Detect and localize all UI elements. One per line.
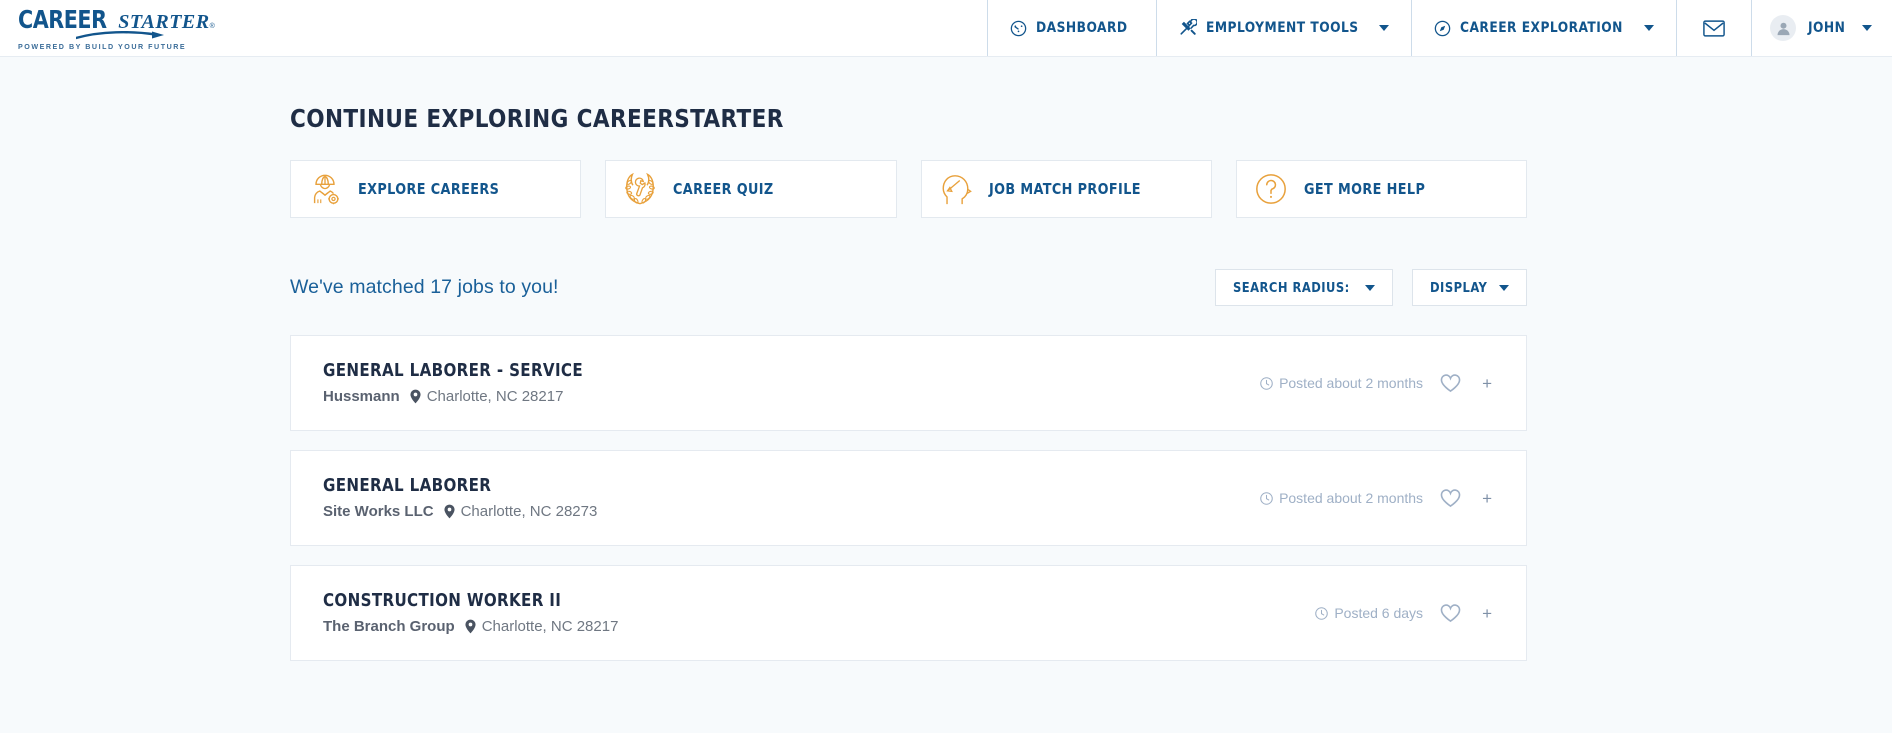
plus-icon[interactable]: + xyxy=(1478,603,1496,624)
action-card-get-more-help[interactable]: GET MORE HELP xyxy=(1235,160,1527,218)
search-radius-dropdown[interactable]: SEARCH RADIUS: xyxy=(1214,269,1393,306)
nav-item-career-exploration[interactable]: CAREER EXPLORATION xyxy=(1410,0,1676,56)
action-label-job-match-profile: JOB MATCH PROFILE xyxy=(988,180,1141,198)
gauge-icon xyxy=(1010,20,1027,37)
job-posted-text: Posted 6 days xyxy=(1334,605,1424,621)
plus-icon[interactable]: + xyxy=(1478,488,1496,509)
job-title: CONSTRUCTION WORKER II xyxy=(323,591,562,611)
main-nav: DASHBOARD EMPLOYMENT TOOLS CAREER EXPLOR… xyxy=(987,0,1892,56)
chevron-down-icon xyxy=(1364,284,1375,291)
head-profile-icon xyxy=(939,172,973,206)
action-label-explore-careers: EXPLORE CAREERS xyxy=(358,180,500,198)
logo-text-career: CAREER xyxy=(18,5,107,34)
nav-item-employment-tools[interactable]: EMPLOYMENT TOOLS xyxy=(1155,0,1411,56)
job-title: GENERAL LABORER - SERVICE xyxy=(323,361,584,381)
job-company: Hussmann xyxy=(323,388,400,405)
job-company: Site Works LLC xyxy=(323,503,434,520)
logo-tagline: POWERED BY BUILD YOUR FUTURE xyxy=(18,42,187,51)
nav-item-messages[interactable] xyxy=(1676,0,1751,56)
job-info: GENERAL LABORER - SERVICE Hussmann Charl… xyxy=(323,361,594,405)
tools-icon xyxy=(1179,19,1197,37)
compass-icon xyxy=(1434,20,1451,37)
job-info: CONSTRUCTION WORKER II The Branch Group … xyxy=(323,591,618,635)
job-card[interactable]: CONSTRUCTION WORKER II The Branch Group … xyxy=(290,565,1527,661)
results-bar: We've matched 17 jobs to you! SEARCH RAD… xyxy=(290,269,1527,306)
job-card[interactable]: GENERAL LABORER - SERVICE Hussmann Charl… xyxy=(290,335,1527,431)
job-posted-text: Posted about 2 months xyxy=(1279,375,1424,391)
nav-label-employment-tools: EMPLOYMENT TOOLS xyxy=(1205,20,1359,36)
job-posted: Posted 6 days xyxy=(1315,605,1423,621)
construction-worker-icon xyxy=(308,172,342,206)
job-card[interactable]: GENERAL LABORER Site Works LLC Charlotte… xyxy=(290,450,1527,546)
job-location: Charlotte, NC 28217 xyxy=(481,618,619,635)
match-count-text: We've matched 17 jobs to you! xyxy=(290,276,559,298)
heart-icon[interactable] xyxy=(1440,603,1461,623)
clock-icon xyxy=(1260,491,1273,505)
job-posted: Posted about 2 months xyxy=(1260,375,1423,391)
laurel-wrench-icon xyxy=(623,172,657,206)
job-actions: Posted about 2 months + xyxy=(1260,373,1496,394)
filter-group: SEARCH RADIUS: DISPLAY xyxy=(1214,269,1527,306)
heart-icon[interactable] xyxy=(1440,373,1461,393)
job-actions: Posted 6 days + xyxy=(1315,603,1496,624)
display-dropdown[interactable]: DISPLAY xyxy=(1411,269,1527,306)
action-card-list: EXPLORE CAREERS CAREER QUIZ JOB MATCH PR… xyxy=(290,160,1527,218)
question-circle-icon xyxy=(1254,172,1288,206)
site-header: CAREER STARTER ® POWERED BY BUILD YOUR F… xyxy=(0,0,1892,57)
nav-item-user-menu[interactable]: JOHN xyxy=(1751,0,1892,56)
search-radius-label: SEARCH RADIUS: xyxy=(1232,279,1350,296)
job-posted-text: Posted about 2 months xyxy=(1279,490,1424,506)
header-spacer xyxy=(300,0,987,56)
job-meta: Site Works LLC Charlotte, NC 28273 xyxy=(323,503,597,520)
chevron-down-icon xyxy=(1378,25,1389,31)
main-content: CONTINUE EXPLORING CAREERSTARTER EXPLORE… xyxy=(0,104,1892,661)
action-label-get-more-help: GET MORE HELP xyxy=(1303,180,1425,198)
job-location: Charlotte, NC 28273 xyxy=(460,503,598,520)
job-list: GENERAL LABORER - SERVICE Hussmann Charl… xyxy=(290,335,1527,661)
map-pin-icon xyxy=(410,389,421,404)
action-card-job-match-profile[interactable]: JOB MATCH PROFILE xyxy=(920,160,1212,218)
nav-label-career-exploration: CAREER EXPLORATION xyxy=(1459,20,1623,36)
chevron-down-icon xyxy=(1644,25,1655,31)
map-pin-icon xyxy=(465,619,476,634)
avatar xyxy=(1770,15,1797,41)
action-card-career-quiz[interactable]: CAREER QUIZ xyxy=(605,160,897,218)
clock-icon xyxy=(1260,376,1273,390)
action-card-explore-careers[interactable]: EXPLORE CAREERS xyxy=(290,160,582,218)
logo-registered-mark: ® xyxy=(209,23,215,30)
job-meta: The Branch Group Charlotte, NC 28217 xyxy=(323,618,618,635)
logo-wordmark: CAREER STARTER ® xyxy=(18,5,300,34)
nav-label-dashboard: DASHBOARD xyxy=(1036,20,1128,36)
job-actions: Posted about 2 months + xyxy=(1260,488,1496,509)
envelope-icon xyxy=(1703,19,1726,37)
job-company: The Branch Group xyxy=(323,618,455,635)
job-meta: Hussmann Charlotte, NC 28217 xyxy=(323,388,594,405)
job-info: GENERAL LABORER Site Works LLC Charlotte… xyxy=(323,476,597,520)
plus-icon[interactable]: + xyxy=(1478,373,1496,394)
nav-item-dashboard[interactable]: DASHBOARD xyxy=(987,0,1155,56)
clock-icon xyxy=(1315,606,1329,620)
display-label: DISPLAY xyxy=(1429,279,1487,296)
logo[interactable]: CAREER STARTER ® POWERED BY BUILD YOUR F… xyxy=(0,0,300,56)
job-posted: Posted about 2 months xyxy=(1260,490,1423,506)
heart-icon[interactable] xyxy=(1440,488,1461,508)
nav-label-username: JOHN xyxy=(1808,20,1846,36)
page-title: CONTINUE EXPLORING CAREERSTARTER xyxy=(290,104,784,133)
content-container: CONTINUE EXPLORING CAREERSTARTER EXPLORE… xyxy=(290,104,1527,661)
job-location: Charlotte, NC 28217 xyxy=(426,388,564,405)
action-label-career-quiz: CAREER QUIZ xyxy=(673,180,774,198)
chevron-down-icon xyxy=(1499,284,1509,291)
chevron-down-icon xyxy=(1862,25,1872,31)
job-title: GENERAL LABORER xyxy=(323,476,492,496)
map-pin-icon xyxy=(444,504,455,519)
